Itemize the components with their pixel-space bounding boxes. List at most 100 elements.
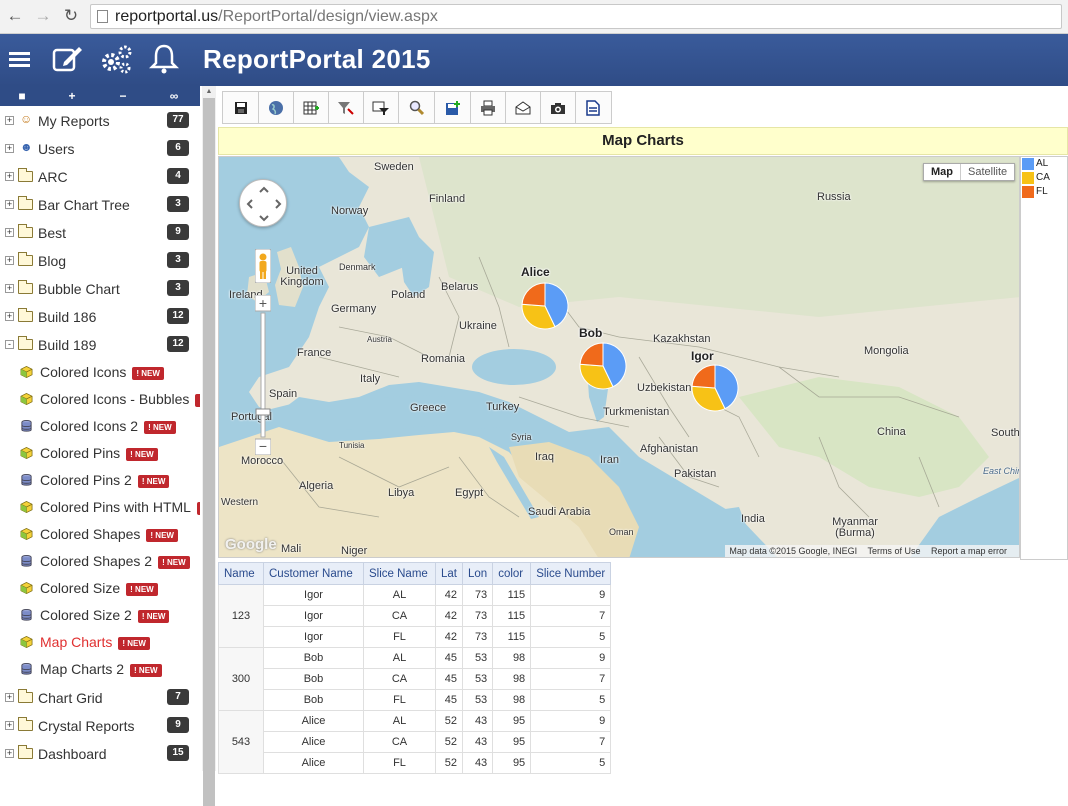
pie-label-alice: Alice [521,265,550,279]
zoom-slider[interactable]: + − [255,295,271,455]
tree-folder[interactable]: - Build 189 12 [0,331,200,359]
column-header[interactable]: Lon [461,562,494,585]
new-badge: ! NEW [132,366,164,380]
tree-folder[interactable]: + ☺ My Reports 77 [0,107,200,135]
email-icon[interactable] [505,92,541,123]
remove-icon[interactable]: − [116,89,130,103]
tree-report[interactable]: Colored Shapes ! NEW [0,521,200,549]
slice-number-cell: 7 [530,605,612,627]
google-logo[interactable]: Google [225,536,277,553]
expand-icon[interactable]: + [5,228,14,237]
legend-swatch [1022,158,1034,170]
save-as-icon[interactable] [435,92,471,123]
expand-icon[interactable]: + [5,284,14,293]
expand-icon[interactable]: + [5,116,14,125]
scroll-up-icon[interactable]: ▲ [203,88,215,98]
tree-report[interactable]: Colored Size ! NEW [0,575,200,603]
column-header[interactable]: Customer Name [263,562,364,585]
tree-folder[interactable]: + Dashboard 15 [0,740,200,768]
grid-icon[interactable] [293,92,329,123]
filter-icon[interactable] [328,92,364,123]
tree-report[interactable]: Map Charts ! NEW [0,629,200,657]
column-header[interactable]: color [492,562,532,585]
add-icon[interactable]: + [65,89,79,103]
expand-icon[interactable]: + [5,200,14,209]
menu-icon[interactable] [8,42,32,76]
legend-label: CA [1036,172,1050,183]
tree-folder[interactable]: + Build 186 12 [0,303,200,331]
tree-report[interactable]: Colored Icons 2 ! NEW [0,413,200,441]
tree-report[interactable]: Colored Icons ! NEW [0,359,200,387]
address-bar[interactable]: reportportal.us/ReportPortal/design/view… [90,4,1062,29]
tree-folder[interactable]: + Bubble Chart 3 [0,275,200,303]
settings-icon[interactable] [99,42,135,76]
folder-icon [18,196,33,210]
back-icon[interactable]: ← [4,5,26,27]
column-header[interactable]: Name [218,562,264,585]
tree-report[interactable]: Colored Pins 2 ! NEW [0,467,200,495]
map-type-map[interactable]: Map [924,164,961,180]
expand-icon[interactable]: + [5,256,14,265]
tree-folder[interactable]: + Chart Grid 7 [0,684,200,712]
tree-report[interactable]: Colored Size 2 ! NEW [0,602,200,630]
item-count-badge: 6 [167,140,189,156]
save-icon[interactable] [223,92,259,123]
tree-report[interactable]: Colored Shapes 2 ! NEW [0,548,200,576]
slice-name-cell: FL [363,689,436,711]
pan-control[interactable] [239,179,287,227]
scrollbar-thumb[interactable] [203,98,215,806]
report-name: Colored Pins [40,445,121,461]
sort-filter-icon[interactable] [363,92,399,123]
tree-report[interactable]: Colored Icons - Bubbles ! NEW [0,386,200,414]
reload-icon[interactable]: ↻ [60,5,82,27]
item-count-badge: 3 [167,280,189,296]
legend-swatch [1022,186,1034,198]
tree-folder[interactable]: + ☻ Users 6 [0,135,200,163]
database-icon [21,473,32,486]
color-cell: 115 [492,605,532,627]
expand-icon[interactable]: + [5,312,14,321]
expand-icon[interactable]: + [5,172,14,181]
pie-slice-fl[interactable] [521,282,546,307]
expand-icon[interactable]: + [5,693,14,702]
expand-icon[interactable]: + [5,144,14,153]
expand-icon[interactable]: + [5,721,14,730]
tree-folder[interactable]: + Crystal Reports 9 [0,712,200,740]
pie-slice-fl[interactable] [579,342,604,367]
print-icon[interactable] [470,92,506,123]
lon-cell: 73 [461,605,494,627]
globe-icon[interactable] [258,92,294,123]
map-chart[interactable]: Sweden Finland Russia Norway Denmark Uni… [218,156,1020,558]
column-header[interactable]: Lat [435,562,463,585]
pie-slice-fl[interactable] [691,364,716,389]
map-type-control[interactable]: Map Satellite [923,163,1016,181]
table-row: Igor CA 42 73 115 7 [219,605,612,627]
terms-link[interactable]: Terms of Use [867,546,920,556]
pegman-icon[interactable] [255,249,271,283]
tree-report[interactable]: Colored Pins with HTML ! NEW [0,494,200,522]
report-error-link[interactable]: Report a map error [931,546,1007,556]
expand-icon[interactable]: + [5,749,14,758]
folder-icon[interactable]: ■ [15,89,29,103]
bell-icon[interactable] [149,42,179,76]
pie-markers [521,282,739,412]
collapse-icon[interactable]: - [5,340,14,349]
tree-folder[interactable]: + Bar Chart Tree 3 [0,191,200,219]
lat-cell: 42 [435,605,463,627]
column-header[interactable]: Slice Name [363,562,436,585]
tree-folder[interactable]: + ARC 4 [0,163,200,191]
slice-name-cell: FL [363,626,436,648]
tree-folder[interactable]: + Blog 3 [0,247,200,275]
document-icon[interactable] [575,92,611,123]
column-header[interactable]: Slice Number [530,562,612,585]
tree-folder[interactable]: + Best 9 [0,219,200,247]
edit-icon[interactable] [51,42,85,76]
tree-report[interactable]: Map Charts 2 ! NEW [0,656,200,684]
search-icon[interactable] [399,92,435,123]
camera-icon[interactable] [540,92,576,123]
map-type-satellite[interactable]: Satellite [961,164,1014,180]
binoculars-icon[interactable]: ∞ [167,89,181,103]
tree-report[interactable]: Colored Pins ! NEW [0,440,200,468]
tree-folder-label: Build 186 [38,309,97,325]
forward-icon[interactable]: → [32,5,54,27]
